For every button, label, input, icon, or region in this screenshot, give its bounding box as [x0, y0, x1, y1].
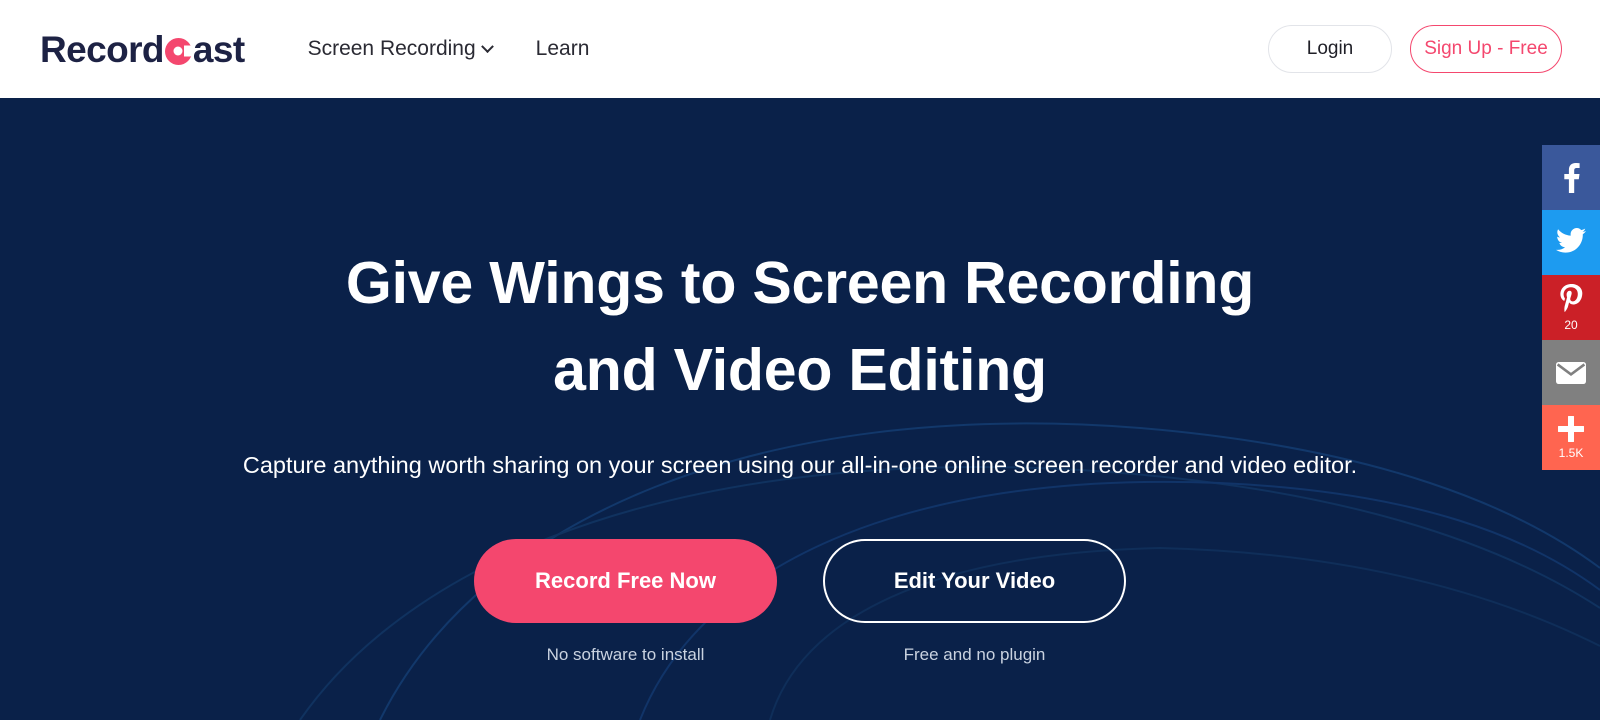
share-count: 20 [1564, 318, 1578, 332]
hero-subtitle: Capture anything worth sharing on your s… [242, 451, 1358, 478]
page-title: Give Wings to Screen Recording and Video… [346, 240, 1254, 415]
primary-cta-note: No software to install [546, 644, 705, 664]
signup-button[interactable]: Sign Up - Free [1410, 25, 1562, 73]
share-button-email[interactable] [1542, 340, 1600, 405]
facebook-icon [1563, 162, 1580, 193]
record-circle-icon [164, 37, 192, 65]
social-share-sidebar: 20 1.5K [1542, 145, 1600, 470]
nav-item-label: Learn [535, 37, 590, 60]
nav-item-learn[interactable]: Learn [536, 37, 590, 61]
primary-cta-group: Record Free Now No software to install [474, 538, 777, 665]
pinterest-icon [1559, 284, 1583, 314]
logo-text-suffix: ast [192, 28, 245, 70]
envelope-icon [1556, 361, 1586, 384]
login-button[interactable]: Login [1268, 25, 1392, 73]
hero-cta-row: Record Free Now No software to install E… [474, 538, 1126, 665]
nav-item-screen-recording[interactable]: Screen Recording [307, 37, 494, 61]
share-count: 1.5K [1558, 446, 1584, 460]
primary-nav: Screen Recording Learn [308, 37, 590, 61]
secondary-cta-note: Free and no plugin [903, 644, 1046, 664]
nav-item-label: Screen Recording [307, 37, 476, 60]
share-button-pinterest[interactable]: 20 [1542, 275, 1600, 340]
share-button-facebook[interactable] [1542, 145, 1600, 210]
share-button-more[interactable]: 1.5K [1542, 405, 1600, 470]
headline-line-2: and Video Editing [553, 337, 1047, 404]
edit-your-video-button[interactable]: Edit Your Video [823, 538, 1126, 623]
hero-content: Give Wings to Screen Recording and Video… [0, 98, 1600, 720]
twitter-icon [1556, 227, 1586, 253]
logo[interactable]: Record ast [40, 31, 245, 68]
plus-icon [1558, 416, 1584, 442]
top-navbar: Record ast Screen Recording Learn Login … [0, 0, 1600, 98]
logo-text-prefix: Record [40, 28, 164, 70]
record-free-now-button[interactable]: Record Free Now [474, 538, 777, 623]
nav-actions: Login Sign Up - Free [1268, 25, 1562, 73]
secondary-cta-group: Edit Your Video Free and no plugin [823, 538, 1126, 665]
chevron-down-icon [480, 39, 494, 53]
share-button-twitter[interactable] [1542, 210, 1600, 275]
hero-section: Give Wings to Screen Recording and Video… [0, 98, 1600, 720]
headline-line-1: Give Wings to Screen Recording [345, 250, 1255, 316]
